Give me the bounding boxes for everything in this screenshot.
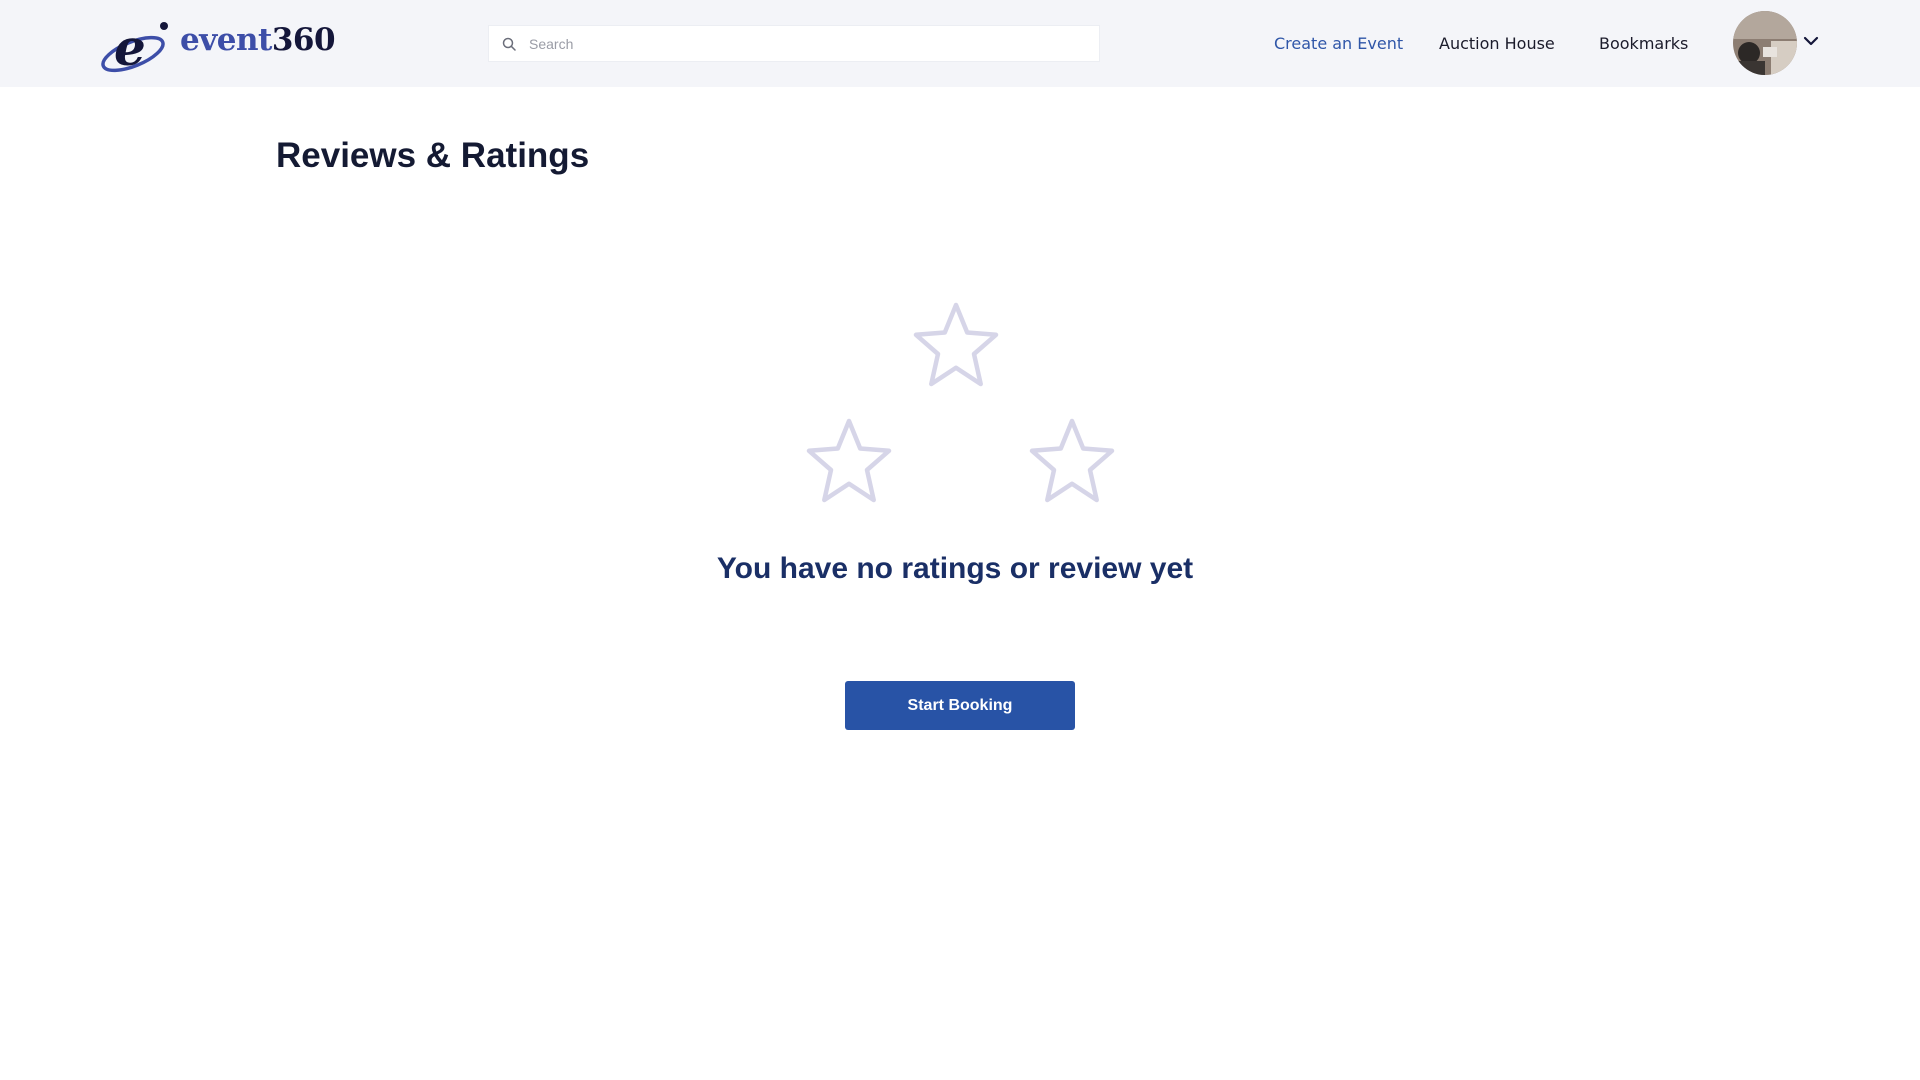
search-input[interactable]: [529, 35, 1069, 52]
svg-text:e: e: [114, 18, 146, 74]
start-booking-button[interactable]: Start Booking: [845, 681, 1075, 730]
search-icon: [489, 25, 529, 62]
brand-logo[interactable]: e event360: [98, 18, 336, 74]
nav-create-event-link[interactable]: Create an Event: [1274, 34, 1403, 53]
search-bar[interactable]: [488, 25, 1100, 62]
nav-bookmarks-link[interactable]: Bookmarks: [1599, 34, 1688, 53]
nav-auction-house-link[interactable]: Auction House: [1439, 34, 1555, 53]
star-outline-icon: [910, 300, 1002, 390]
top-navigation-bar: e event360 Create an Event Auction House…: [0, 0, 1920, 87]
star-outline-icon: [803, 416, 895, 506]
e-logo-icon: e: [101, 18, 168, 74]
chevron-down-icon[interactable]: [1802, 34, 1820, 48]
page-title: Reviews & Ratings: [276, 136, 590, 175]
brand-wordmark: event360: [180, 22, 336, 58]
star-outline-icon: [1026, 416, 1118, 506]
avatar[interactable]: [1733, 11, 1797, 75]
empty-state-message: You have no ratings or review yet: [716, 552, 1194, 585]
